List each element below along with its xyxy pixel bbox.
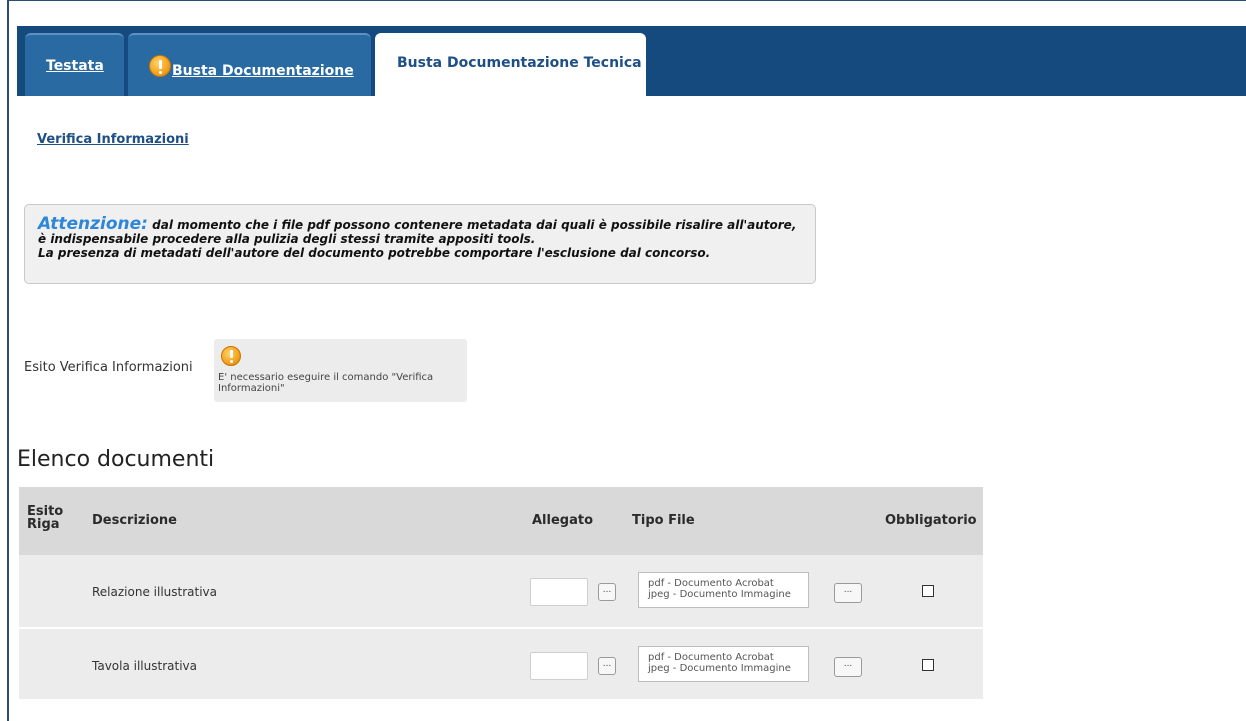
esito-verifica-status: E' necessario eseguire il comando "Verif… bbox=[214, 339, 467, 402]
tab-testata[interactable]: Testata bbox=[25, 33, 124, 96]
tab-busta-documentazione-label[interactable]: Busta Documentazione bbox=[172, 63, 354, 79]
allegato-field[interactable] bbox=[530, 578, 588, 606]
notice-line-1-text: dal momento che i file pdf possono conte… bbox=[147, 218, 797, 232]
allegato-browse-button[interactable]: ... bbox=[598, 583, 616, 601]
header-allegato: Allegato bbox=[532, 513, 594, 528]
header-tipo-file: Tipo File bbox=[632, 513, 695, 528]
warning-icon bbox=[149, 55, 171, 77]
table-row: Tavola illustrativa ... pdf - Documento … bbox=[19, 627, 983, 699]
header-obbligatorio: Obbligatorio bbox=[885, 513, 977, 528]
tipo-file-option: jpeg - Documento Immagine bbox=[648, 589, 791, 600]
notice-line-1: Attenzione: dal momento che i file pdf p… bbox=[38, 214, 815, 234]
header-esito-riga: Esito Riga bbox=[27, 504, 64, 532]
documents-table: Esito Riga Descrizione Allegato Tipo Fil… bbox=[19, 487, 983, 699]
section-title: Elenco documenti bbox=[17, 447, 215, 472]
window-frame-left bbox=[7, 0, 9, 721]
table-row: Relazione illustrativa ... pdf - Documen… bbox=[19, 555, 983, 627]
table-header: Esito Riga Descrizione Allegato Tipo Fil… bbox=[19, 487, 983, 555]
tab-busta-documentazione-tecnica[interactable]: Busta Documentazione Tecnica bbox=[375, 33, 646, 96]
allegato-field[interactable] bbox=[530, 652, 588, 680]
window-frame-top bbox=[7, 0, 1246, 1]
allegato-browse-button[interactable]: ... bbox=[598, 657, 616, 675]
notice-attention-label: Attenzione: bbox=[38, 214, 148, 234]
obbligatorio-checkbox[interactable] bbox=[922, 585, 934, 597]
obbligatorio-checkbox[interactable] bbox=[922, 659, 934, 671]
tipo-file-option: pdf - Documento Acrobat bbox=[648, 652, 774, 663]
header-descrizione: Descrizione bbox=[92, 513, 177, 528]
tab-bar: Testata Busta Documentazione Busta Docum… bbox=[17, 26, 1246, 96]
row-descrizione: Tavola illustrativa bbox=[92, 659, 197, 673]
tab-busta-documentazione[interactable]: Busta Documentazione bbox=[128, 33, 371, 96]
tab-testata-label[interactable]: Testata bbox=[46, 58, 104, 74]
tipo-file-button[interactable]: ... bbox=[834, 583, 862, 603]
notice-line-3: La presenza di metadati dell'autore del … bbox=[38, 246, 711, 260]
tipo-file-list: pdf - Documento Acrobat jpeg - Documento… bbox=[638, 646, 809, 682]
tipo-file-option: jpeg - Documento Immagine bbox=[648, 663, 791, 674]
esito-verifica-label: Esito Verifica Informazioni bbox=[24, 360, 193, 375]
warning-icon bbox=[221, 346, 241, 366]
notice-line-2: è indispensabile procedere alla pulizia … bbox=[38, 232, 536, 246]
verifica-informazioni-link[interactable]: Verifica Informazioni bbox=[37, 132, 189, 147]
attention-notice: Attenzione: dal momento che i file pdf p… bbox=[24, 204, 816, 284]
tipo-file-list: pdf - Documento Acrobat jpeg - Documento… bbox=[638, 572, 809, 608]
tipo-file-button[interactable]: ... bbox=[834, 657, 862, 677]
tipo-file-option: pdf - Documento Acrobat bbox=[648, 578, 774, 589]
tab-busta-documentazione-tecnica-label[interactable]: Busta Documentazione Tecnica bbox=[397, 55, 642, 71]
row-descrizione: Relazione illustrativa bbox=[92, 585, 217, 599]
esito-verifica-message: E' necessario eseguire il comando "Verif… bbox=[218, 372, 434, 394]
